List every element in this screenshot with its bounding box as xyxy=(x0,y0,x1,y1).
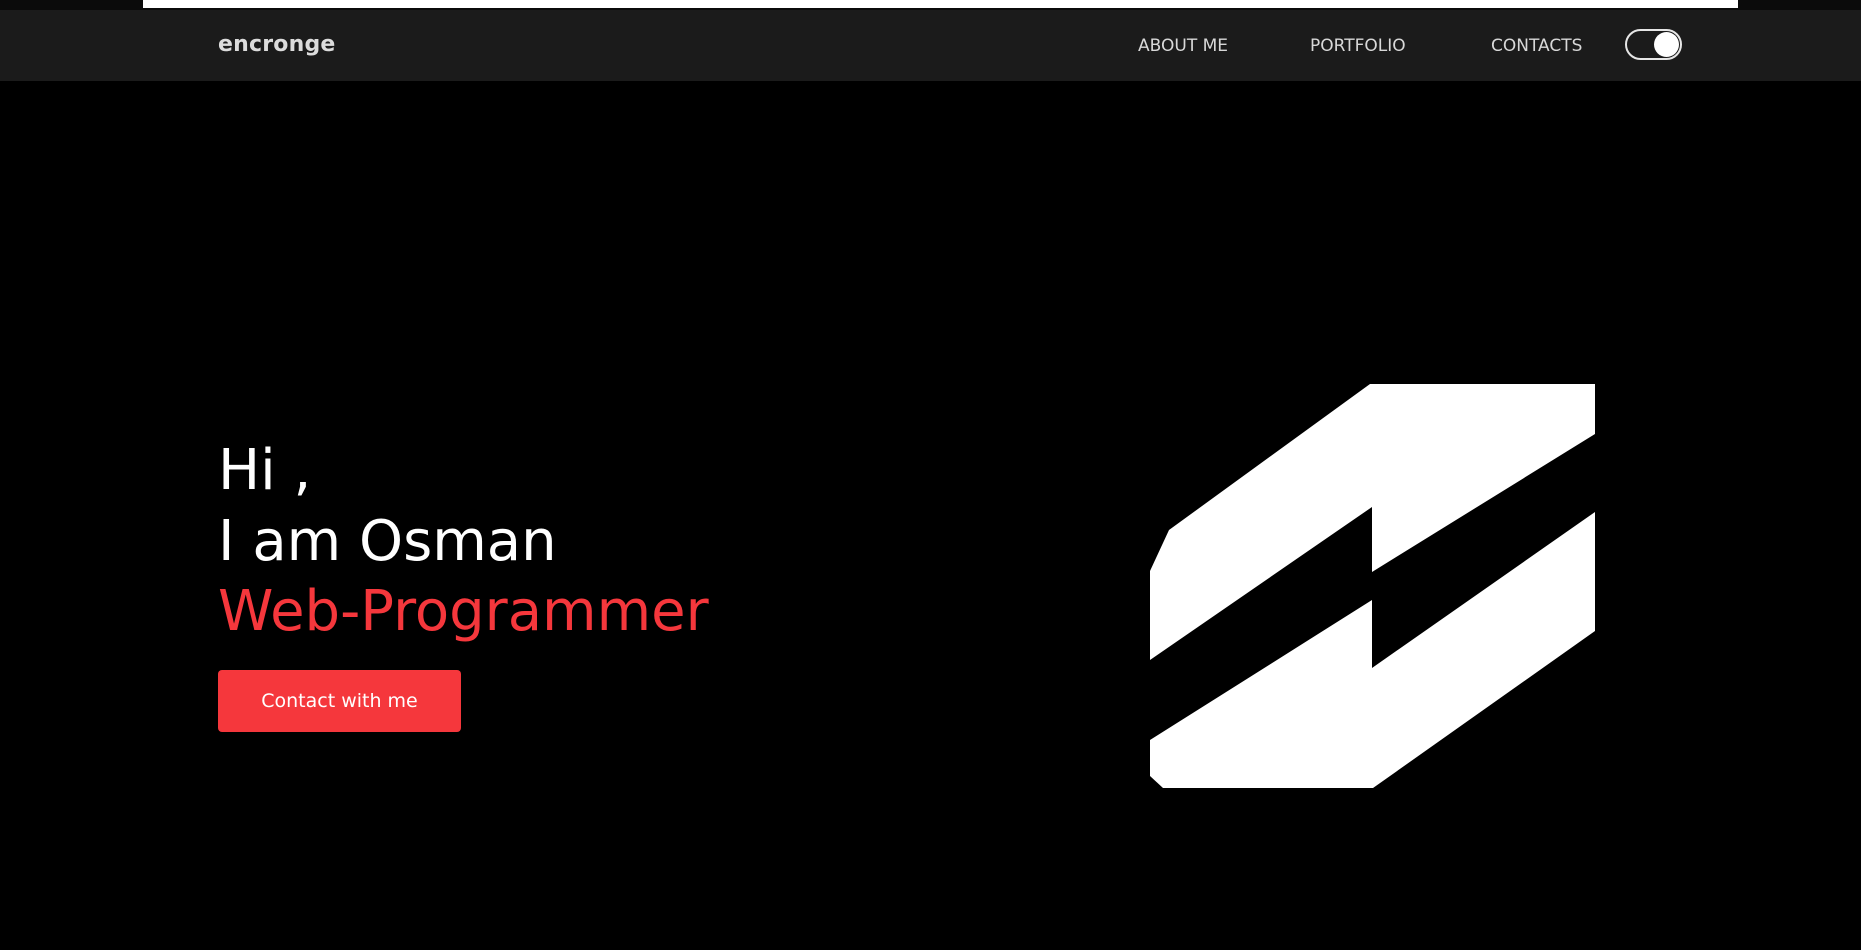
navbar: encronge ABOUT ME PORTFOLIO CONTACTS xyxy=(0,10,1861,81)
nav-link-contacts[interactable]: CONTACTS xyxy=(1491,36,1582,56)
theme-toggle-switch[interactable] xyxy=(1625,29,1682,60)
toggle-knob xyxy=(1654,32,1679,57)
browser-top-strip-inner xyxy=(143,0,1738,8)
browser-top-strip xyxy=(0,0,1861,10)
hero-name: I am Osman xyxy=(218,509,557,574)
contact-button[interactable]: Contact with me xyxy=(218,670,461,732)
brand-logo-mark-icon xyxy=(1149,384,1597,790)
nav-link-portfolio[interactable]: PORTFOLIO xyxy=(1310,36,1406,56)
hero-role: Web-Programmer xyxy=(218,579,709,644)
site-logo[interactable]: encronge xyxy=(218,32,336,57)
nav-link-about-me[interactable]: ABOUT ME xyxy=(1138,36,1228,56)
hero-greeting: Hi , xyxy=(218,438,312,503)
